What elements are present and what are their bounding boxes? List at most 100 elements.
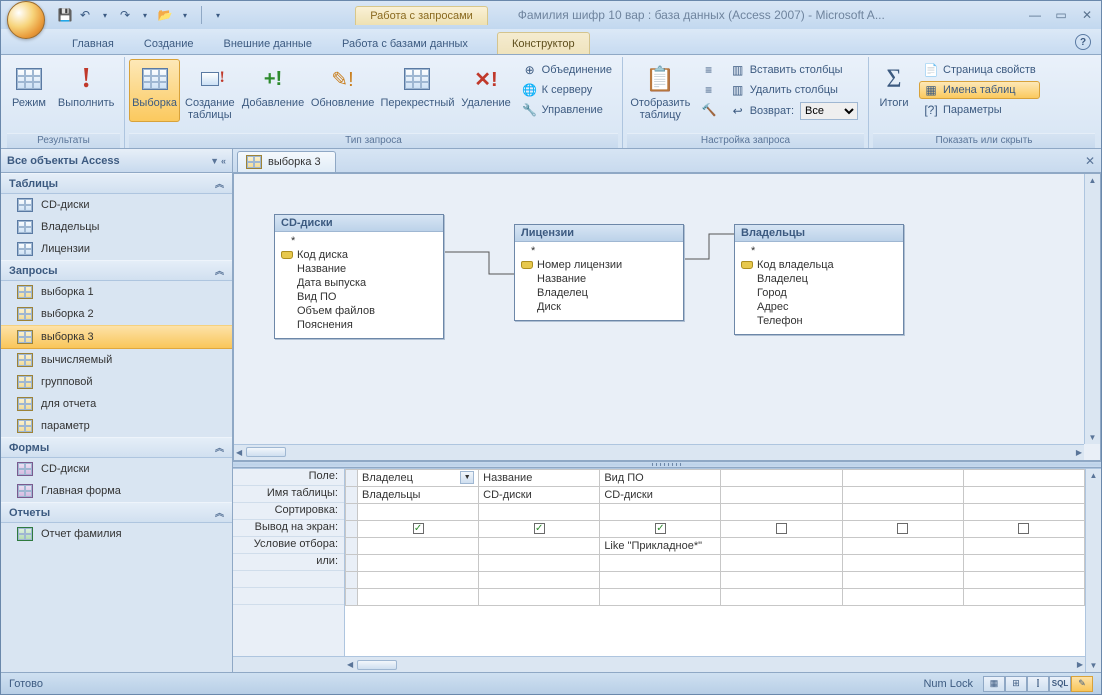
checkbox[interactable]: ✓ — [655, 523, 666, 534]
tab-create[interactable]: Создание — [129, 32, 209, 54]
open-folder-icon[interactable]: 📂 — [157, 7, 173, 23]
grid-cell[interactable] — [842, 588, 963, 605]
select-query-button[interactable]: Выборка — [129, 59, 180, 122]
grid-vscrollbar[interactable]: ▲▼ — [1085, 468, 1101, 672]
grid-hscrollbar[interactable]: ◀▶ — [233, 656, 1085, 672]
grid-cell[interactable]: CD-диски — [479, 486, 600, 503]
tab-home[interactable]: Главная — [57, 32, 129, 54]
insert-columns-button[interactable]: ▥Вставить столбцы — [726, 61, 862, 79]
nav-item[interactable]: выборка 3 — [1, 325, 232, 349]
grid-cell[interactable]: Владелец▼ — [358, 469, 479, 486]
splitter[interactable] — [233, 461, 1101, 468]
checkbox[interactable]: ✓ — [534, 523, 545, 534]
grid-cell[interactable] — [358, 571, 479, 588]
union-button[interactable]: ⊕Объединение — [518, 61, 616, 79]
grid-cell[interactable]: Like "Прикладное*" — [600, 537, 721, 554]
property-sheet-button[interactable]: 📄Страница свойств — [919, 61, 1040, 79]
grid-cell[interactable] — [358, 503, 479, 520]
grid-cell[interactable] — [600, 588, 721, 605]
insert-rows-button[interactable]: ≡ — [698, 61, 720, 79]
grid-cell[interactable] — [963, 571, 1084, 588]
checkbox[interactable] — [776, 523, 787, 534]
field[interactable]: Объем файлов — [277, 304, 441, 318]
field[interactable]: Пояснения — [277, 318, 441, 332]
grid-cell[interactable] — [963, 486, 1084, 503]
chevron-down-icon[interactable]: ▾ — [177, 7, 193, 23]
nav-category-queries[interactable]: Запросы︽ — [1, 260, 232, 281]
tab-design[interactable]: Конструктор — [497, 32, 590, 54]
grid-cell[interactable] — [358, 537, 479, 554]
field[interactable]: Номер лицензии — [517, 258, 681, 272]
grid-cell[interactable] — [721, 520, 842, 537]
nav-item[interactable]: выборка 1 — [1, 281, 232, 303]
parameters-button[interactable]: [?]Параметры — [919, 101, 1040, 119]
pivot-view-button[interactable]: ⊞ — [1005, 676, 1027, 692]
nav-item[interactable]: Главная форма — [1, 480, 232, 502]
grid-cell[interactable] — [842, 469, 963, 486]
field[interactable]: Телефон — [737, 314, 901, 328]
passthrough-button[interactable]: 🌐К серверу — [518, 81, 616, 99]
grid-cell[interactable] — [479, 571, 600, 588]
grid-cell[interactable]: Владельцы — [358, 486, 479, 503]
undo-icon[interactable]: ↶ — [77, 7, 93, 23]
grid-cell[interactable] — [842, 554, 963, 571]
nav-item[interactable]: CD-диски — [1, 194, 232, 216]
query-diagram-pane[interactable]: CD-диски*Код дискаНазваниеДата выпускаВи… — [233, 173, 1101, 461]
restore-button[interactable]: ▭ — [1053, 8, 1069, 22]
nav-item[interactable]: групповой — [1, 371, 232, 393]
field[interactable]: Название — [517, 272, 681, 286]
grid-cell[interactable] — [479, 503, 600, 520]
field[interactable]: Адрес — [737, 300, 901, 314]
field[interactable]: * — [277, 234, 441, 248]
table-box-owners[interactable]: Владельцы*Код владельцаВладелецГородАдре… — [734, 224, 904, 335]
grid-cell[interactable]: CD-диски — [600, 486, 721, 503]
tab-database-tools[interactable]: Работа с базами данных — [327, 32, 483, 54]
grid-cell[interactable] — [721, 469, 842, 486]
grid-cell[interactable] — [600, 554, 721, 571]
office-button[interactable] — [7, 1, 45, 39]
minimize-button[interactable]: — — [1027, 8, 1043, 22]
grid-cell[interactable]: ✓ — [479, 520, 600, 537]
design-view-button[interactable]: ✎ — [1071, 676, 1093, 692]
field[interactable]: Вид ПО — [277, 290, 441, 304]
crosstab-button[interactable]: Перекрестный — [379, 59, 457, 122]
nav-category-tables[interactable]: Таблицы︽ — [1, 173, 232, 194]
grid-cell[interactable] — [842, 486, 963, 503]
grid-cell[interactable] — [721, 554, 842, 571]
grid-cell[interactable] — [721, 571, 842, 588]
diagram-vscrollbar[interactable]: ▲▼ — [1084, 174, 1100, 444]
field[interactable]: Код владельца — [737, 258, 901, 272]
show-table-button[interactable]: 📋 Отобразить таблицу — [627, 59, 694, 122]
chevron-down-icon[interactable]: ▾ — [137, 7, 153, 23]
field[interactable]: Название — [277, 262, 441, 276]
redo-icon[interactable]: ↷ — [117, 7, 133, 23]
field[interactable]: Владелец — [517, 286, 681, 300]
grid-cell[interactable] — [721, 588, 842, 605]
data-definition-button[interactable]: 🔧Управление — [518, 101, 616, 119]
field[interactable]: * — [737, 244, 901, 258]
grid-cell[interactable]: Название — [479, 469, 600, 486]
qat-customize-icon[interactable]: ▾ — [210, 7, 226, 23]
grid-cell[interactable]: Вид ПО — [600, 469, 721, 486]
grid-cell[interactable] — [963, 469, 1084, 486]
document-close-button[interactable]: ✕ — [1085, 154, 1095, 168]
nav-category-reports[interactable]: Отчеты︽ — [1, 502, 232, 523]
grid-cell[interactable] — [842, 503, 963, 520]
table-box-licenses[interactable]: Лицензии*Номер лицензииНазваниеВладелецД… — [514, 224, 684, 321]
view-button[interactable]: Режим — [7, 59, 51, 122]
grid-cell[interactable] — [963, 588, 1084, 605]
grid-cell[interactable] — [963, 554, 1084, 571]
grid-cell[interactable] — [479, 537, 600, 554]
collapse-icon[interactable]: « — [221, 156, 226, 166]
nav-header[interactable]: Все объекты Access ▼« — [1, 149, 232, 173]
grid-cell[interactable] — [963, 520, 1084, 537]
field[interactable]: Город — [737, 286, 901, 300]
nav-item[interactable]: вычисляемый — [1, 349, 232, 371]
delete-rows-button[interactable]: ≡ — [698, 81, 720, 99]
grid-cell[interactable] — [842, 571, 963, 588]
grid-cell[interactable] — [479, 588, 600, 605]
document-tab[interactable]: выборка 3 — [237, 151, 336, 172]
grid-cell[interactable] — [963, 503, 1084, 520]
nav-item[interactable]: CD-диски — [1, 458, 232, 480]
close-button[interactable]: ✕ — [1079, 8, 1095, 22]
